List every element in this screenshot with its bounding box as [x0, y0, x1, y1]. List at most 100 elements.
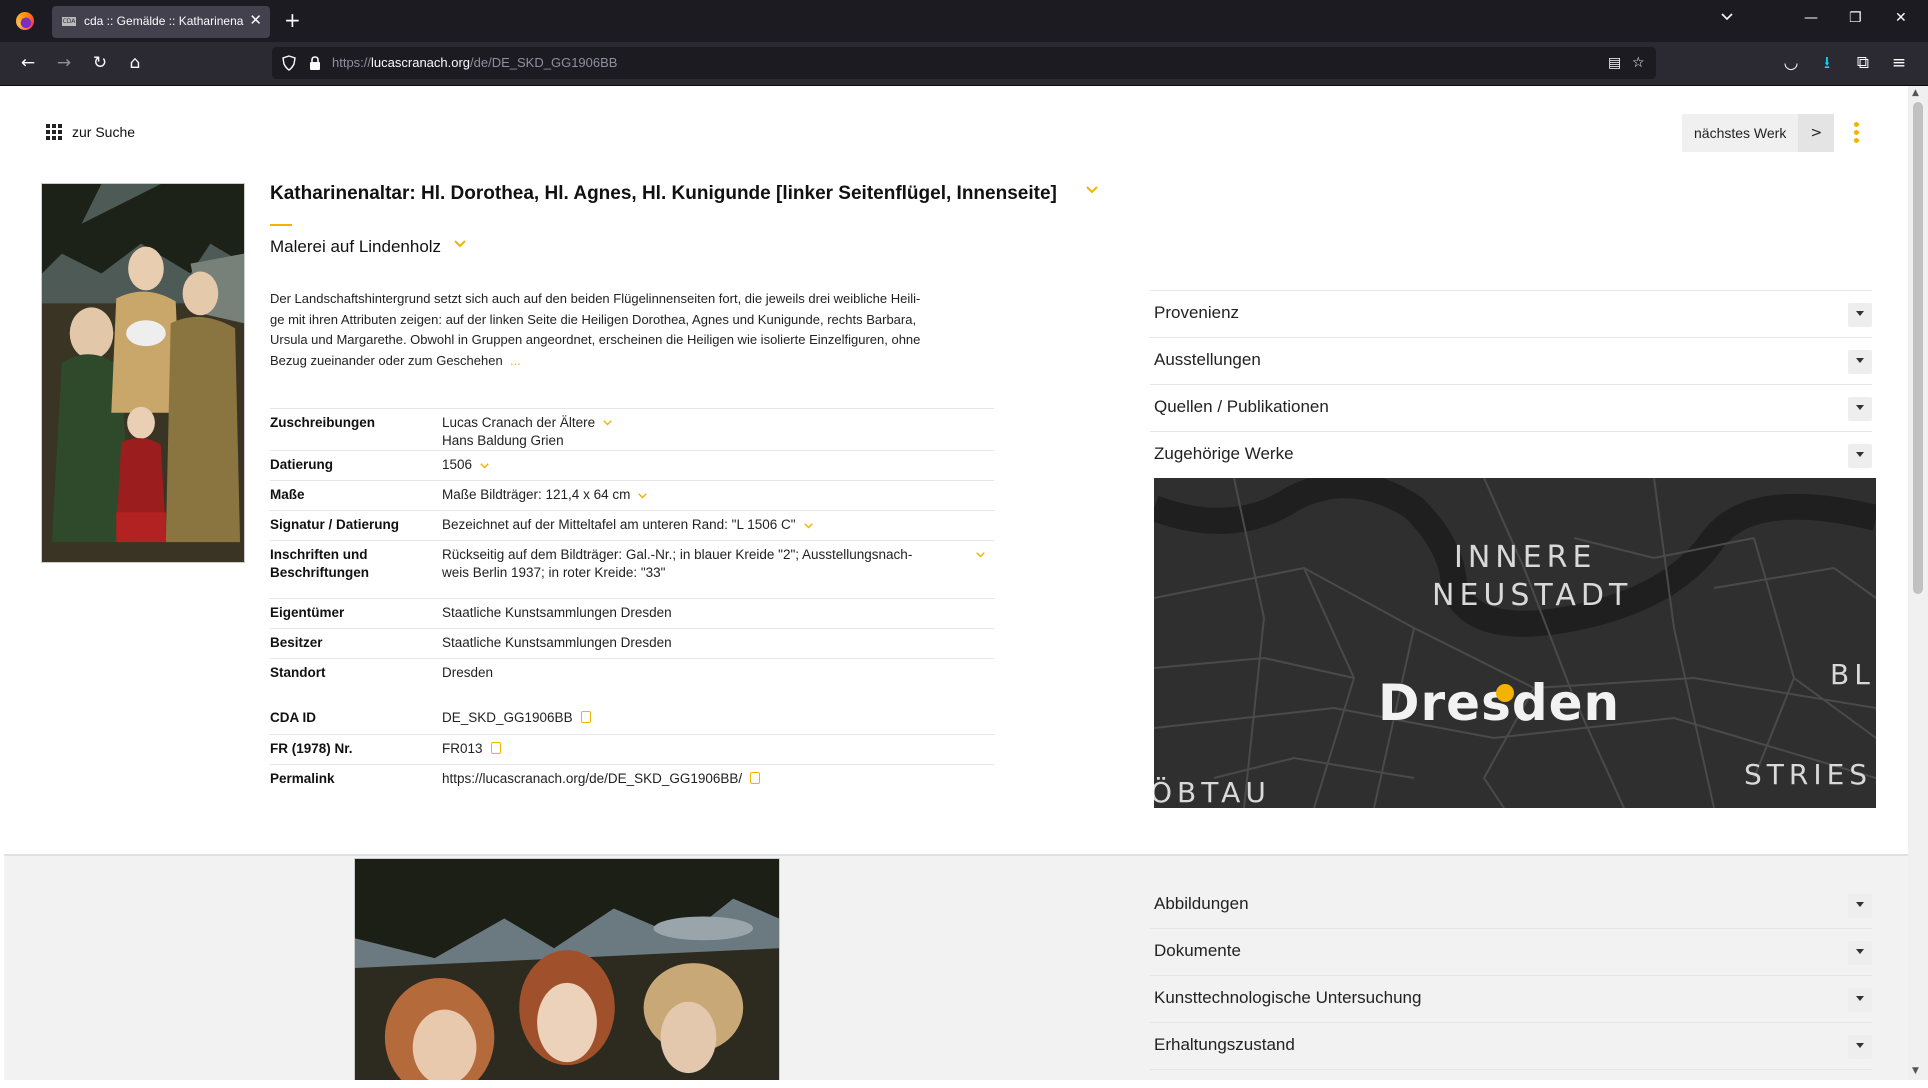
next-work-arrow-icon[interactable]: > [1798, 114, 1835, 152]
url-bar[interactable]: https://lucascranach.org/de/DE_SKD_GG190… [272, 47, 1656, 79]
dimensions-label: Maße [270, 487, 305, 502]
location-value: Dresden [442, 665, 494, 680]
detail-table: Zuschreibungen Lucas Cranach der Ältere … [270, 408, 994, 794]
accordion-item-condition[interactable]: Erhaltungszustand [1150, 1023, 1872, 1070]
more-options-icon[interactable] [1854, 122, 1860, 146]
inscriptions-chevron-icon[interactable] [976, 552, 985, 558]
scroll-up-icon[interactable]: ▲ [1912, 88, 1919, 98]
accordion-item-related-works[interactable]: Zugehörige Werke [1150, 432, 1872, 479]
signature-chevron-icon[interactable] [803, 523, 813, 529]
date-chevron-icon[interactable] [480, 463, 489, 469]
table-row: FR (1978) Nr. FR013 [270, 734, 994, 764]
attribution-value[interactable]: Hans Baldung Grien [442, 433, 994, 448]
fr-number-label: FR (1978) Nr. [270, 741, 353, 756]
cda-id-value: DE_SKD_GG1906BB [442, 710, 573, 725]
map-label-city: Dresden [1378, 674, 1621, 732]
tab-close-icon[interactable]: ✕ [249, 11, 262, 29]
next-work-button[interactable]: nächstes Werk > [1682, 114, 1835, 152]
back-icon[interactable]: ← [17, 52, 39, 74]
accordion-item-documents[interactable]: Dokumente [1150, 929, 1872, 976]
table-row: Permalink https://lucascranach.org/de/DE… [270, 764, 994, 794]
artwork-description: Der Landschaftshintergrund setzt sich au… [270, 289, 1000, 371]
expand-chevron-icon[interactable] [1848, 397, 1872, 421]
copy-icon[interactable] [750, 772, 761, 784]
artwork-thumbnail[interactable] [41, 183, 245, 563]
read-more-link[interactable]: ... [510, 353, 521, 368]
description-line: Bezug zueinander oder zum Geschehen [270, 352, 503, 368]
back-to-search-link[interactable]: zur Suche [46, 124, 135, 140]
browser-tab-active[interactable]: CDA cda :: Gemälde :: Katharinenaltar ✕ [52, 6, 270, 38]
expand-chevron-icon[interactable] [1848, 1035, 1872, 1059]
artwork-medium: Malerei auf Lindenholz [270, 237, 442, 256]
downloads-icon[interactable]: ⭳ [1816, 52, 1838, 74]
attribution-value[interactable]: Lucas Cranach der Ältere [442, 415, 595, 430]
accordion-item-exhibitions[interactable]: Ausstellungen [1150, 338, 1872, 385]
dimensions-chevron-icon[interactable] [638, 493, 648, 499]
dimensions-value: Maße Bildträger: 121,4 x 64 cm [442, 487, 631, 502]
inscriptions-value: Rückseitig auf dem Bildträger: Gal.-Nr.;… [442, 541, 994, 590]
attribution-label: Zuschreibungen [270, 415, 376, 430]
accordion-label: Zugehörige Werke [1154, 444, 1294, 463]
location-label: Standort [270, 665, 326, 680]
lock-icon[interactable] [308, 55, 322, 71]
pocket-icon[interactable]: ◡ [1780, 52, 1802, 74]
attribution-chevron-icon[interactable] [603, 419, 612, 426]
restore-icon[interactable]: ❐ [1849, 10, 1862, 26]
expand-chevron-icon[interactable] [1848, 303, 1872, 327]
medium-expand-chevron-icon[interactable] [454, 240, 466, 248]
accordion-item-sources[interactable]: Quellen / Publikationen [1150, 385, 1872, 432]
location-map[interactable]: INNERE NEUSTADT Dresden BL STRIES ÖBTAU [1154, 478, 1876, 808]
accordion-top: Provenienz Ausstellungen Quellen / Publi… [1150, 290, 1872, 479]
forward-icon[interactable]: → [53, 52, 75, 74]
browser-nav-bar: ← → ↻ ⌂ https://lucascranach.org/de/DE_S… [0, 42, 1928, 86]
accordion-item-illustrations[interactable]: Abbildungen [1150, 882, 1872, 929]
table-row: Standort Dresden [270, 658, 994, 704]
firefox-logo-icon[interactable] [16, 12, 34, 30]
tracking-shield-icon[interactable] [282, 55, 296, 71]
attribution-values: Lucas Cranach der Ältere Hans Baldung Gr… [442, 409, 994, 450]
page-scrollbar[interactable]: ▲ ▼ [1908, 86, 1928, 1080]
home-icon[interactable]: ⌂ [124, 52, 146, 74]
window-close-icon[interactable]: ✕ [1895, 10, 1907, 26]
table-row: Datierung 1506 [270, 450, 994, 480]
url-host: lucascranach.org [371, 55, 471, 70]
description-line: ge mit ihren Attributen zeigen: auf der … [270, 311, 917, 327]
expand-chevron-icon[interactable] [1848, 894, 1872, 918]
table-row: CDA ID DE_SKD_GG1906BB [270, 704, 994, 734]
inscriptions-label-line: Beschriftungen [270, 565, 370, 580]
copy-icon[interactable] [580, 711, 591, 723]
reload-icon[interactable]: ↻ [89, 52, 111, 74]
date-label: Datierung [270, 457, 334, 472]
accordion-label: Quellen / Publikationen [1154, 397, 1329, 416]
expand-chevron-icon[interactable] [1848, 350, 1872, 374]
bookmark-star-icon[interactable]: ☆ [1632, 55, 1645, 71]
extensions-icon[interactable]: ⧉ [1852, 52, 1874, 74]
map-label-district: BL [1830, 658, 1875, 691]
table-row: Eigentümer Staatliche Kunstsammlungen Dr… [270, 598, 994, 628]
description-line: Der Landschaftshintergrund setzt sich au… [270, 291, 921, 306]
table-row: Inschriften und Beschriftungen Rückseitig… [270, 540, 994, 590]
minimize-icon[interactable]: — [1804, 10, 1818, 26]
expand-chevron-icon[interactable] [1848, 988, 1872, 1012]
copy-icon[interactable] [490, 742, 501, 754]
permalink-value[interactable]: https://lucascranach.org/de/DE_SKD_GG190… [442, 771, 742, 786]
holder-value: Staatliche Kunstsammlungen Dresden [442, 635, 672, 650]
expand-chevron-icon[interactable] [1848, 444, 1872, 468]
new-tab-icon[interactable]: + [284, 8, 301, 32]
accordion-item-technical-analysis[interactable]: Kunsttechnologische Untersuchung [1150, 976, 1872, 1023]
map-location-marker[interactable] [1496, 684, 1514, 702]
reader-view-icon[interactable]: ▤ [1608, 55, 1621, 71]
title-expand-chevron-icon[interactable] [1086, 186, 1098, 194]
list-tabs-chevron-icon[interactable] [1720, 10, 1734, 24]
map-label-district: ÖBTAU [1154, 776, 1271, 808]
scroll-down-icon[interactable]: ▼ [1912, 1066, 1919, 1076]
url-text[interactable]: https://lucascranach.org/de/DE_SKD_GG190… [332, 55, 617, 70]
expand-chevron-icon[interactable] [1848, 941, 1872, 965]
date-value: 1506 [442, 457, 473, 472]
accordion-item-provenance[interactable]: Provenienz [1150, 291, 1872, 338]
scrollbar-thumb[interactable] [1913, 102, 1923, 594]
artwork-detail-image[interactable] [354, 858, 780, 1080]
inscriptions-value-line: Rückseitig auf dem Bildträger: Gal.-Nr.;… [442, 547, 913, 562]
app-menu-icon[interactable]: ≡ [1888, 52, 1910, 74]
accordion-label: Erhaltungszustand [1154, 1035, 1295, 1054]
